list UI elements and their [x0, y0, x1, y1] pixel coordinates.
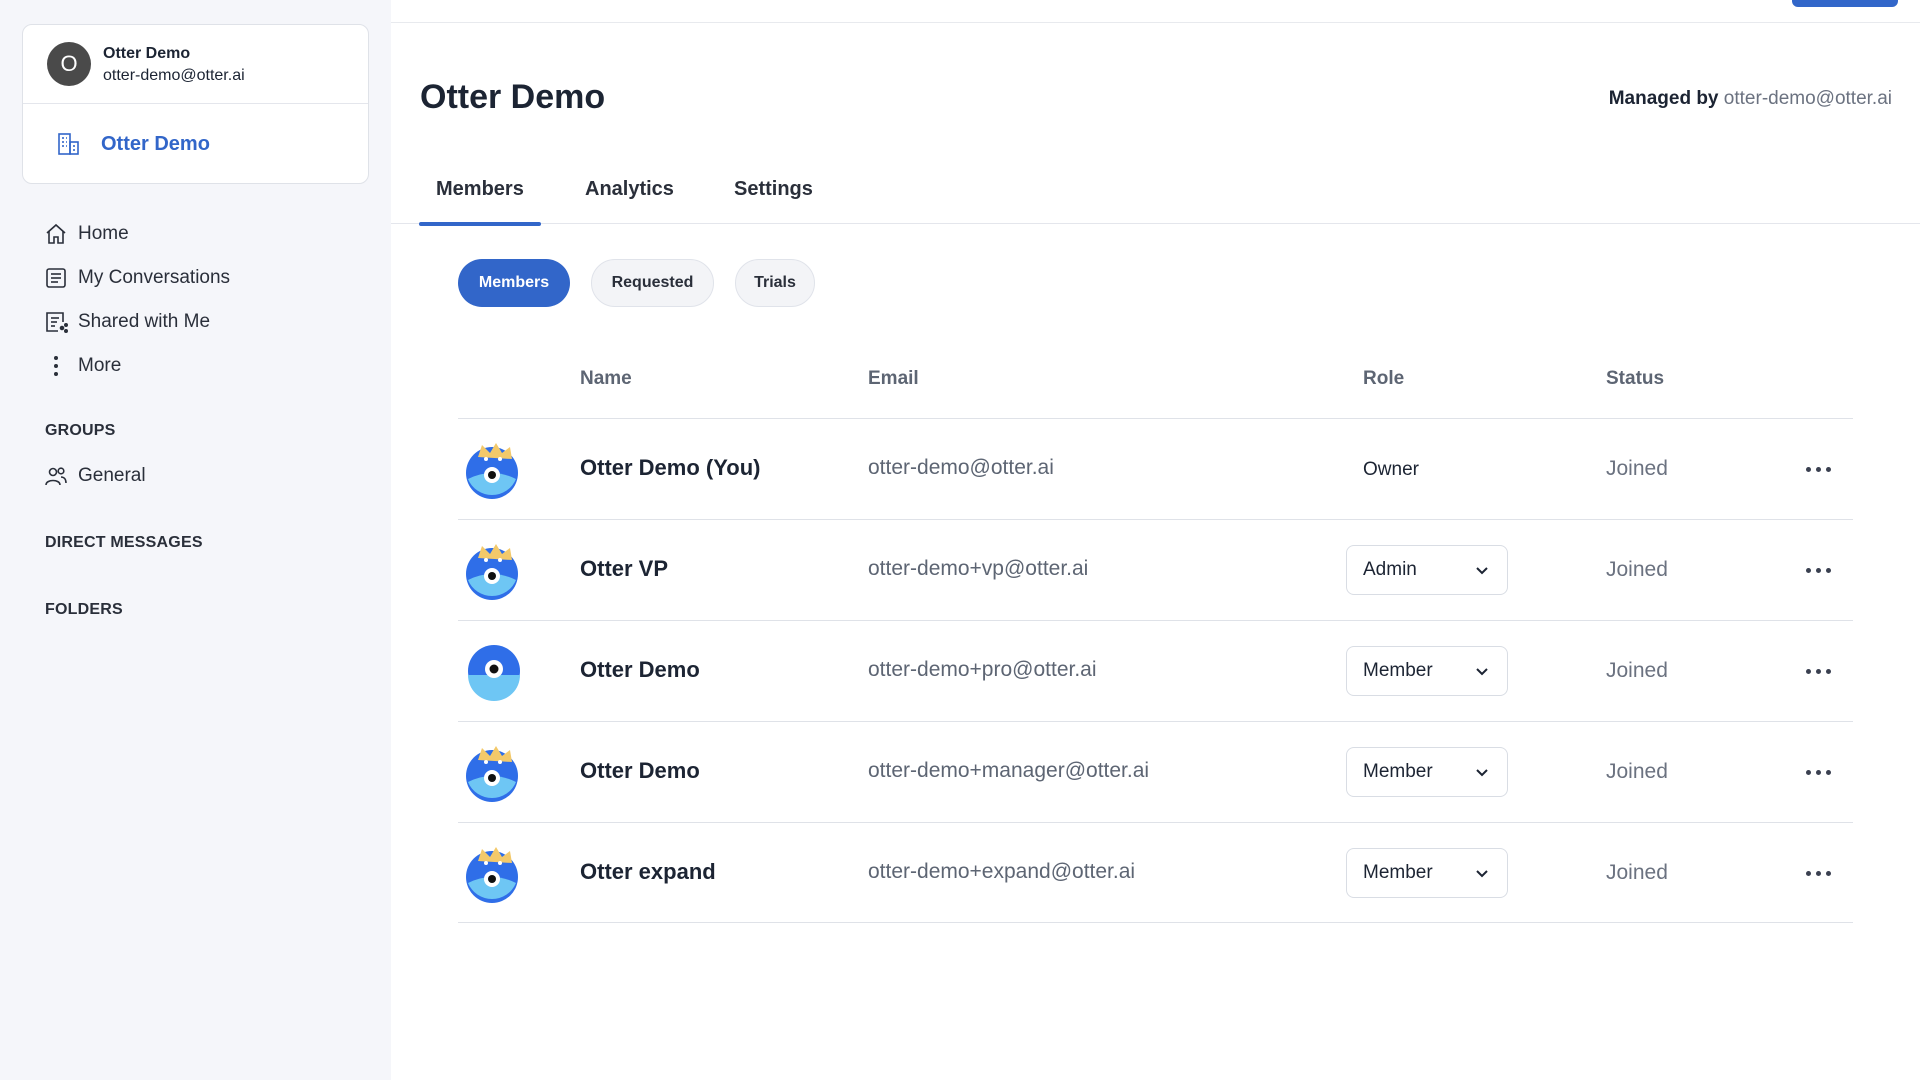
member-status: Joined — [1606, 457, 1668, 480]
filter-requested[interactable]: Requested — [591, 259, 714, 307]
member-name: Otter Demo — [580, 758, 700, 783]
filter-trials[interactable]: Trials — [735, 259, 815, 307]
shared-icon — [46, 312, 68, 333]
workspace-label: Otter Demo — [101, 132, 210, 155]
managed-by: Managed by otter-demo@otter.ai — [1609, 88, 1892, 110]
member-status: Joined — [1606, 558, 1668, 581]
tab-settings[interactable]: Settings — [734, 178, 813, 201]
workspace-link[interactable]: Otter Demo — [23, 104, 368, 184]
page-title: Otter Demo — [420, 78, 606, 116]
otter-avatar — [468, 645, 520, 701]
otter-crown-avatar — [466, 544, 518, 600]
top-bar — [391, 0, 1920, 23]
column-header-name: Name — [580, 368, 632, 389]
filter-members[interactable]: Members — [458, 259, 570, 307]
top-action-button[interactable] — [1792, 0, 1898, 7]
sidebar-item-label: More — [78, 355, 122, 376]
chevron-down-icon — [1476, 668, 1488, 676]
member-status: Joined — [1606, 659, 1668, 682]
role-dropdown[interactable]: Admin — [1346, 545, 1508, 595]
sidebar-item-label: General — [78, 465, 146, 486]
member-email: otter-demo+manager@otter.ai — [868, 759, 1150, 782]
row-more-button[interactable] — [1798, 756, 1838, 788]
role-dropdown[interactable]: Member — [1346, 747, 1508, 797]
member-email: otter-demo+vp@otter.ai — [868, 557, 1089, 580]
chevron-down-icon — [1476, 769, 1488, 777]
row-more-button[interactable] — [1798, 554, 1838, 586]
managed-by-email: otter-demo@otter.ai — [1723, 88, 1892, 109]
column-header-role: Role — [1363, 368, 1405, 389]
member-name: Otter VP — [580, 556, 669, 581]
member-role: Owner — [1363, 459, 1419, 480]
member-name: Otter Demo (You) — [580, 455, 761, 480]
otter-crown-avatar — [466, 443, 518, 499]
managed-by-label: Managed by — [1608, 88, 1719, 109]
sidebar-item-label: My Conversations — [78, 267, 231, 288]
table-row: Otter expand otter-demo+expand@otter.ai … — [458, 823, 1853, 923]
sidebar-item-home[interactable]: Home — [44, 212, 230, 256]
member-email: otter-demo+expand@otter.ai — [868, 860, 1136, 883]
account-card: O Otter Demo otter-demo@otter.ai Otter D… — [22, 24, 369, 184]
sidebar-item-shared-with-me[interactable]: Shared with Me — [44, 300, 230, 344]
sidebar-item-more[interactable]: More — [44, 344, 230, 388]
avatar[interactable]: O — [47, 42, 91, 86]
sidebar-item-my-conversations[interactable]: My Conversations — [44, 256, 230, 300]
table-row: Otter Demo (You) otter-demo@otter.ai Own… — [458, 419, 1853, 519]
role-dropdown-value: Member — [1363, 660, 1433, 681]
sidebar-item-general[interactable]: General — [44, 454, 146, 498]
account-name: Otter Demo — [103, 45, 191, 62]
table-row: Otter VP otter-demo+vp@otter.ai Admin Jo… — [458, 520, 1853, 620]
member-name: Otter expand — [580, 859, 716, 884]
more-vertical-icon — [54, 356, 58, 376]
role-dropdown[interactable]: Member — [1346, 646, 1508, 696]
column-header-email: Email — [868, 368, 919, 389]
sidebar-item-label: Home — [78, 223, 129, 244]
tab-members[interactable]: Members — [419, 178, 541, 226]
chevron-down-icon — [1476, 567, 1488, 575]
tab-bar: Members Analytics Settings — [391, 166, 1920, 226]
table-row: Otter Demo otter-demo+manager@otter.ai M… — [458, 722, 1853, 822]
groups-heading: GROUPS — [45, 422, 116, 439]
member-status: Joined — [1606, 760, 1668, 783]
otter-crown-avatar — [466, 847, 518, 903]
account-email: otter-demo@otter.ai — [103, 67, 245, 84]
sidebar: O Otter Demo otter-demo@otter.ai Otter D… — [0, 0, 391, 1080]
column-header-status: Status — [1606, 368, 1665, 389]
row-more-button[interactable] — [1798, 453, 1838, 485]
member-email: otter-demo+pro@otter.ai — [868, 658, 1097, 681]
row-more-button[interactable] — [1798, 655, 1838, 687]
account-header[interactable]: O Otter Demo otter-demo@otter.ai — [23, 25, 368, 104]
member-name: Otter Demo — [580, 657, 700, 682]
direct-messages-heading[interactable]: DIRECT MESSAGES — [45, 534, 203, 552]
tab-analytics[interactable]: Analytics — [585, 178, 674, 201]
sidebar-nav: Home My Conversations Shared with Me Mor… — [44, 212, 230, 388]
conversations-icon — [46, 268, 66, 288]
home-icon — [46, 223, 66, 244]
role-dropdown-value: Member — [1363, 761, 1433, 782]
member-email: otter-demo@otter.ai — [868, 456, 1054, 479]
role-dropdown-value: Member — [1363, 862, 1433, 883]
table-row: Otter Demo otter-demo+pro@otter.ai Membe… — [458, 621, 1853, 721]
divider — [458, 922, 1853, 923]
member-status: Joined — [1606, 861, 1668, 884]
role-dropdown-value: Admin — [1363, 559, 1417, 580]
sidebar-item-label: Shared with Me — [78, 311, 211, 332]
role-dropdown[interactable]: Member — [1346, 848, 1508, 898]
chevron-down-icon — [1476, 870, 1488, 878]
folders-heading[interactable]: FOLDERS — [45, 601, 123, 619]
otter-crown-avatar — [466, 746, 518, 802]
row-more-button[interactable] — [1798, 857, 1838, 889]
group-icon — [45, 467, 67, 486]
building-icon — [58, 133, 79, 155]
